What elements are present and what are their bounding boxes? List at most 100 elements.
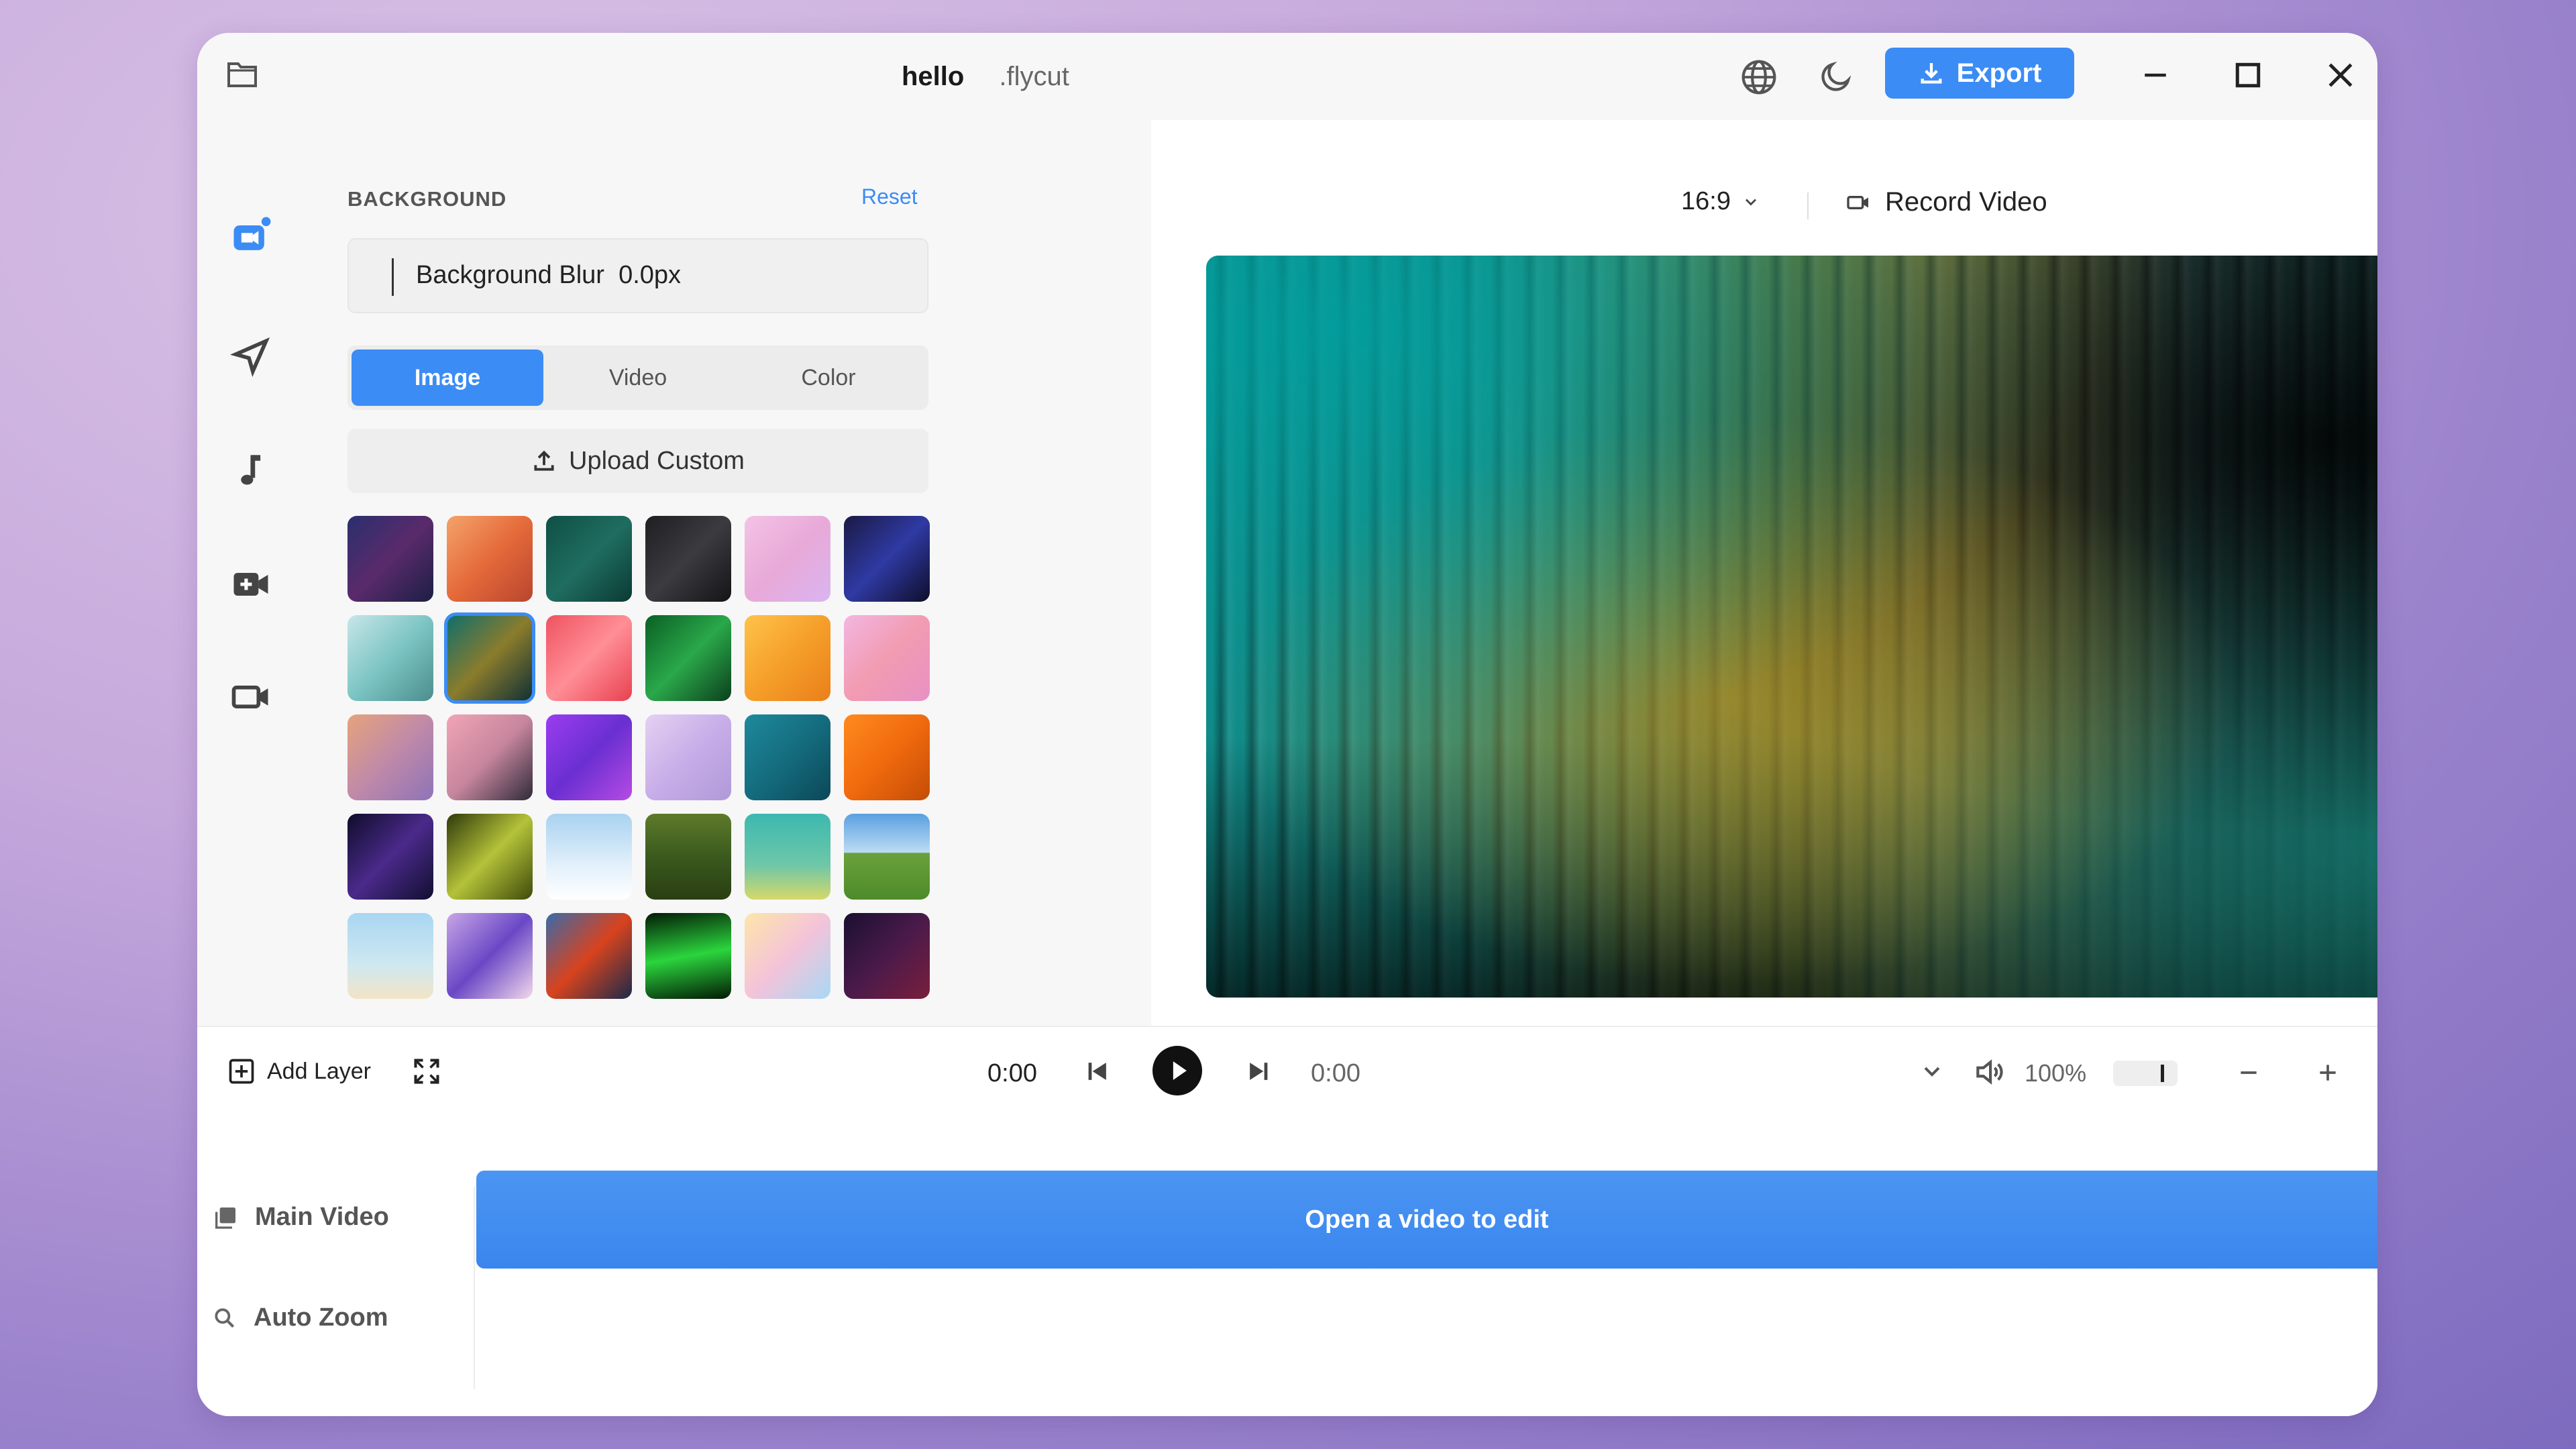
volume-slider-thumb[interactable] <box>2161 1065 2164 1082</box>
tab-image[interactable]: Image <box>352 350 543 406</box>
tab-color[interactable]: Color <box>733 350 924 406</box>
zoom-in-icon[interactable] <box>2314 1059 2341 1086</box>
export-button[interactable]: Export <box>1885 48 2074 99</box>
current-time: 0:00 <box>987 1059 1037 1087</box>
volume-icon[interactable] <box>1972 1055 2006 1089</box>
background-thumbnail[interactable] <box>645 714 731 800</box>
aspect-ratio-value: 16:9 <box>1681 187 1731 215</box>
blur-label: Background Blur <box>416 261 604 289</box>
chevron-down-icon[interactable] <box>1919 1058 1945 1085</box>
upload-icon <box>534 450 554 471</box>
skip-forward-icon[interactable] <box>1244 1057 1273 1086</box>
background-thumbnail[interactable] <box>444 612 535 704</box>
app-window: hello .flycut Export BACKGROUND Reset Ba… <box>197 33 2377 1416</box>
background-tool-icon[interactable] <box>228 214 274 260</box>
background-thumbnail[interactable] <box>745 516 830 602</box>
upload-custom-button[interactable]: Upload Custom <box>347 429 928 493</box>
background-blur-field[interactable]: Background Blur 0.0px <box>347 238 928 313</box>
track-name: Main Video <box>255 1203 389 1231</box>
project-extension: .flycut <box>999 61 1069 91</box>
background-type-tabs: Image Video Color <box>347 345 928 410</box>
blur-text: Background Blur 0.0px <box>416 261 681 290</box>
video-preview-canvas[interactable] <box>1206 256 2377 998</box>
add-layer-button[interactable]: Add Layer <box>227 1057 371 1086</box>
main-video-clip[interactable]: Open a video to edit <box>476 1171 2377 1269</box>
layers-icon <box>215 1207 235 1229</box>
toolbar-divider <box>1807 193 1809 219</box>
add-layer-label: Add Layer <box>267 1058 371 1084</box>
plus-square-icon <box>229 1059 254 1084</box>
music-note-icon[interactable] <box>228 447 274 493</box>
upload-label: Upload Custom <box>569 446 745 475</box>
video-camera-icon <box>1847 195 1868 209</box>
background-thumbnail[interactable] <box>844 714 930 800</box>
background-thumbnail[interactable] <box>645 913 731 999</box>
export-label: Export <box>1956 58 2042 88</box>
project-title: hello .flycut <box>902 53 1069 100</box>
volume-slider[interactable] <box>2113 1061 2178 1086</box>
background-thumbnail[interactable] <box>347 913 433 999</box>
project-name: hello <box>902 61 965 91</box>
title-bar: hello .flycut Export <box>197 33 2377 120</box>
zoom-out-icon[interactable] <box>2235 1059 2262 1086</box>
cursor-tool-icon[interactable] <box>228 333 274 379</box>
background-thumbnail[interactable] <box>347 814 433 900</box>
background-thumbnail[interactable] <box>844 516 930 602</box>
folder-icon[interactable] <box>225 60 259 89</box>
background-thumbnail[interactable] <box>844 615 930 701</box>
background-thumbnail[interactable] <box>844 814 930 900</box>
sidebar-rail <box>197 120 305 1026</box>
minimize-icon[interactable] <box>2137 57 2174 93</box>
track-label-main-video: Main Video <box>212 1203 389 1232</box>
background-thumbnail[interactable] <box>745 615 830 701</box>
section-title: BACKGROUND <box>347 187 507 211</box>
background-thumbnail[interactable] <box>447 516 533 602</box>
camera-add-icon[interactable] <box>228 561 274 607</box>
play-button[interactable] <box>1152 1046 1202 1095</box>
background-thumbnail[interactable] <box>844 913 930 999</box>
moon-icon[interactable] <box>1818 58 1854 95</box>
volume-percent: 100% <box>2025 1059 2087 1087</box>
background-thumbnail[interactable] <box>347 615 433 701</box>
background-thumbnail[interactable] <box>745 913 830 999</box>
record-video-label: Record Video <box>1885 187 2047 217</box>
skip-back-icon[interactable] <box>1083 1057 1112 1086</box>
background-thumbnail[interactable] <box>645 615 731 701</box>
globe-icon[interactable] <box>1740 58 1778 96</box>
background-thumbnail[interactable] <box>745 714 830 800</box>
total-time: 0:00 <box>1311 1059 1360 1087</box>
background-thumbnail[interactable] <box>546 814 632 900</box>
track-label-auto-zoom: Auto Zoom <box>212 1303 388 1332</box>
background-thumbnail[interactable] <box>447 814 533 900</box>
timeline: Main Video Auto Zoom Open a video to edi… <box>197 1106 2377 1416</box>
download-icon <box>1921 63 1942 84</box>
track-name: Auto Zoom <box>254 1303 388 1332</box>
background-thumbnail[interactable] <box>546 615 632 701</box>
background-thumbnail[interactable] <box>546 516 632 602</box>
track-separator <box>474 1187 475 1389</box>
record-video-button[interactable]: Record Video <box>1845 187 2047 217</box>
background-thumbnail[interactable] <box>546 913 632 999</box>
background-thumbnail[interactable] <box>645 516 731 602</box>
search-icon <box>215 1307 235 1328</box>
background-panel: BACKGROUND Reset Background Blur 0.0px I… <box>305 120 1151 1026</box>
maximize-icon[interactable] <box>2230 57 2266 93</box>
play-icon <box>1173 1061 1187 1080</box>
background-thumbnail[interactable] <box>645 814 731 900</box>
background-thumbnail[interactable] <box>347 516 433 602</box>
background-thumbnail[interactable] <box>447 913 533 999</box>
blur-value: 0.0px <box>619 261 682 289</box>
background-thumbnail[interactable] <box>447 714 533 800</box>
reset-link[interactable]: Reset <box>861 184 918 209</box>
background-thumbnail[interactable] <box>546 714 632 800</box>
tab-video[interactable]: Video <box>542 350 734 406</box>
close-icon[interactable] <box>2322 57 2359 93</box>
video-camera-icon[interactable] <box>228 674 274 720</box>
background-thumbnail[interactable] <box>347 714 433 800</box>
background-thumbnail[interactable] <box>745 814 830 900</box>
aspect-ratio-select[interactable]: 16:9 <box>1681 187 1760 216</box>
preview-area: 16:9 Record Video <box>1151 120 2377 1026</box>
playback-controls: Add Layer 0:00 0:00 100% <box>197 1026 2377 1108</box>
chevron-down-icon <box>1745 199 1756 205</box>
fullscreen-icon[interactable] <box>412 1057 441 1086</box>
